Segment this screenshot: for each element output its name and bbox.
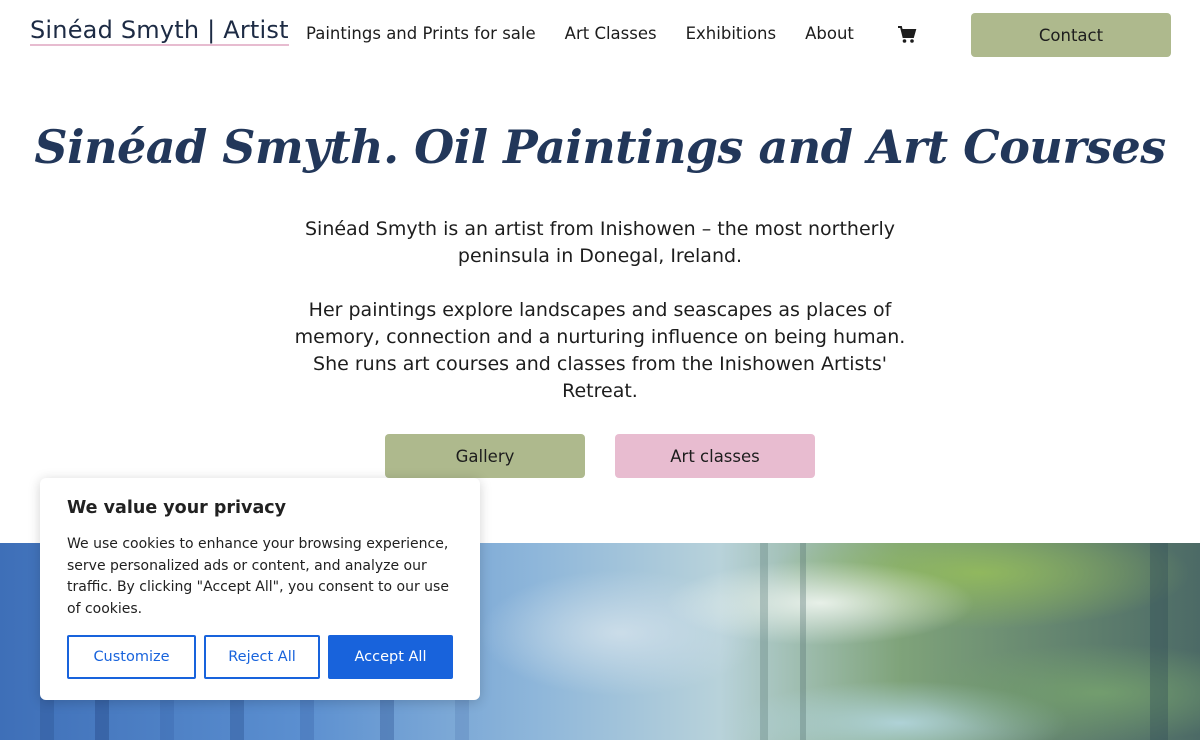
page-title: Sinéad Smyth. Oil Paintings and Art Cour… <box>34 120 1166 174</box>
intro-paragraph-2: Her paintings explore landscapes and sea… <box>294 299 906 402</box>
painting-stroke <box>760 543 768 740</box>
painting-stroke <box>1150 543 1168 740</box>
cookie-title: We value your privacy <box>67 498 287 518</box>
gallery-button[interactable]: Gallery <box>385 434 585 478</box>
reject-all-button[interactable]: Reject All <box>204 635 320 679</box>
nav-item-art-classes[interactable]: Art Classes <box>565 22 657 46</box>
nav-item-about[interactable]: About <box>805 22 854 46</box>
intro-paragraph-1: Sinéad Smyth is an artist from Inishowen… <box>304 218 895 267</box>
intro-text: Sinéad Smyth is an artist from Inishowen… <box>290 216 910 432</box>
contact-button[interactable]: Contact <box>971 13 1171 57</box>
art-classes-button[interactable]: Art classes <box>615 434 815 478</box>
nav-item-paintings[interactable]: Paintings and Prints for sale <box>306 22 536 46</box>
customize-button[interactable]: Customize <box>67 635 196 679</box>
painting-stroke <box>800 543 806 740</box>
nav-item-exhibitions[interactable]: Exhibitions <box>686 22 777 46</box>
main-nav: Paintings and Prints for sale Art Classe… <box>306 22 883 46</box>
shopping-cart-icon[interactable] <box>897 25 917 45</box>
accept-all-button[interactable]: Accept All <box>328 635 453 679</box>
cookie-description: We use cookies to enhance your browsing … <box>67 536 449 617</box>
site-header: Sinéad Smyth | Artist Paintings and Prin… <box>0 0 1200 70</box>
site-title-link[interactable]: Sinéad Smyth | Artist <box>30 16 289 46</box>
cookie-consent-banner: We value your privacy We use cookies to … <box>40 478 480 700</box>
